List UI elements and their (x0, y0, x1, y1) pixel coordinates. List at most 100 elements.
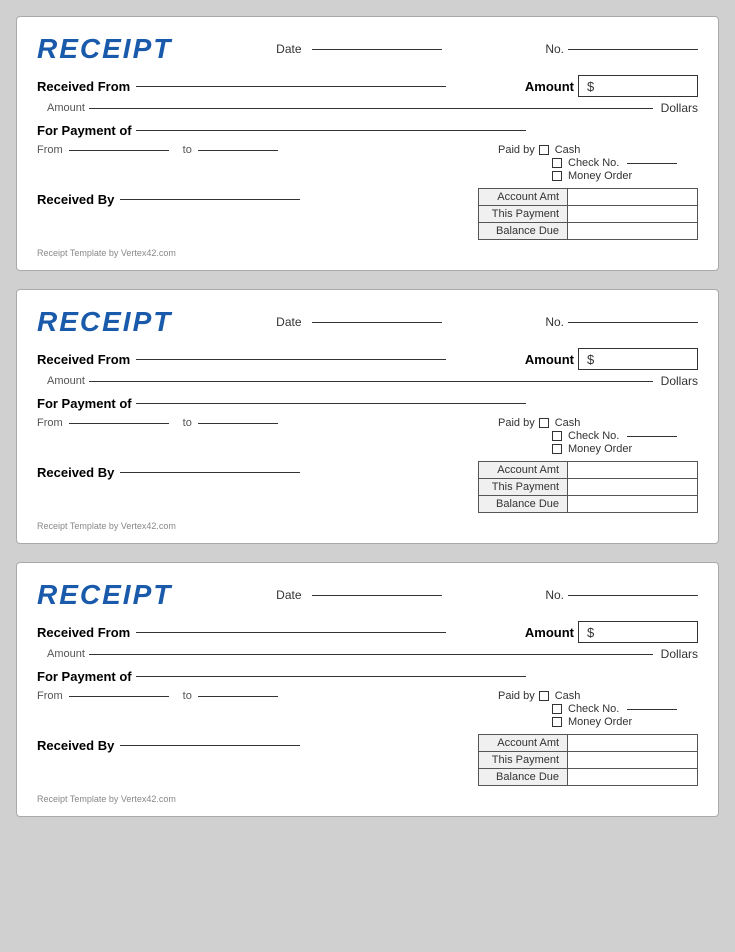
balance-due-label-cell-1: Balance Due (479, 223, 568, 240)
received-from-label-1: Received From (37, 79, 130, 94)
check-no-line-1 (627, 163, 677, 164)
received-from-2: Received From (37, 352, 525, 367)
from-line-2 (69, 423, 169, 424)
date-section-3: Date (276, 588, 441, 602)
dollars-label-2: Dollars (661, 374, 698, 388)
to-label-1: to (183, 144, 192, 156)
dollar-sign-1: $ (587, 79, 594, 94)
check-row-1: Check No. (498, 157, 698, 169)
amount-words-row-1: Amount Dollars (37, 101, 698, 115)
cash-checkbox-2 (539, 418, 549, 428)
balance-due-value-cell-1 (568, 223, 698, 240)
payment-line-1 (136, 130, 526, 131)
from-paidby-row-2: From to Paid by Cash Check No. Money Ord… (37, 417, 698, 455)
account-table-2: Account Amt This Payment Balance Due (478, 461, 698, 513)
this-payment-label-cell-1: This Payment (479, 206, 568, 223)
amount-words-label-3: Amount (47, 648, 85, 660)
account-table-3: Account Amt This Payment Balance Due (478, 734, 698, 786)
money-order-label-3: Money Order (568, 716, 632, 728)
dollars-label-3: Dollars (661, 647, 698, 661)
this-payment-row-2: This Payment (479, 479, 698, 496)
paid-by-label-1: Paid by (498, 144, 535, 156)
from-paidby-row-1: From to Paid by Cash Check No. Money Ord… (37, 144, 698, 182)
balance-due-label-cell-3: Balance Due (479, 769, 568, 786)
paidby-row-2: Paid by Cash (498, 417, 698, 429)
from-to-2: From to (37, 417, 498, 429)
from-label-3: From (37, 690, 63, 702)
this-payment-row-1: This Payment (479, 206, 698, 223)
amount-label-1: Amount (525, 79, 574, 94)
date-line-1 (312, 49, 442, 50)
received-by-line-1 (120, 199, 300, 200)
amount-words-row-2: Amount Dollars (37, 374, 698, 388)
received-by-label-2: Received By (37, 465, 114, 480)
received-by-label-3: Received By (37, 738, 114, 753)
check-label-3: Check No. (568, 703, 619, 715)
from-to-1: From to (37, 144, 498, 156)
date-label-3: Date (276, 588, 301, 602)
from-label-1: From (37, 144, 63, 156)
words-line-1 (89, 108, 653, 109)
payment-of-label-1: For Payment of (37, 123, 132, 138)
paid-by-label-2: Paid by (498, 417, 535, 429)
receipt-header-3: RECEIPT Date No. (37, 579, 698, 611)
no-label-2: No. (545, 315, 564, 329)
no-section-2: No. (545, 315, 698, 329)
to-line-3 (198, 696, 278, 697)
payment-of-label-2: For Payment of (37, 396, 132, 411)
date-section-2: Date (276, 315, 441, 329)
balance-due-row-3: Balance Due (479, 769, 698, 786)
cash-label-3: Cash (555, 690, 581, 702)
receipt-card-1: RECEIPT Date No. Received From Amount $ … (16, 16, 719, 271)
this-payment-value-cell-2 (568, 479, 698, 496)
balance-due-value-cell-3 (568, 769, 698, 786)
check-label-1: Check No. (568, 157, 619, 169)
received-by-line-3 (120, 745, 300, 746)
this-payment-value-cell-1 (568, 206, 698, 223)
dollars-label-1: Dollars (661, 101, 698, 115)
words-line-2 (89, 381, 653, 382)
balance-due-label-cell-2: Balance Due (479, 496, 568, 513)
check-checkbox-2 (552, 431, 562, 441)
dollar-sign-2: $ (587, 352, 594, 367)
account-amt-row-3: Account Amt (479, 735, 698, 752)
receipt-title-3: RECEIPT (37, 579, 172, 611)
receipt-card-3: RECEIPT Date No. Received From Amount $ … (16, 562, 719, 817)
received-from-label-3: Received From (37, 625, 130, 640)
received-by-1: Received By (37, 192, 478, 207)
amount-section-3: Amount $ (525, 621, 698, 643)
paidby-section-1: Paid by Cash Check No. Money Order (498, 144, 698, 182)
money-order-row-1: Money Order (498, 170, 698, 182)
money-order-checkbox-3 (552, 717, 562, 727)
footer-2: Receipt Template by Vertex42.com (37, 521, 698, 531)
received-from-1: Received From (37, 79, 525, 94)
payment-line-3 (136, 676, 526, 677)
paidby-row-3: Paid by Cash (498, 690, 698, 702)
paid-by-label-3: Paid by (498, 690, 535, 702)
received-from-line-1 (136, 86, 446, 87)
received-row-2: Received From Amount $ (37, 348, 698, 370)
no-section-1: No. (545, 42, 698, 56)
money-order-label-2: Money Order (568, 443, 632, 455)
to-line-1 (198, 150, 278, 151)
payment-of-row-2: For Payment of (37, 396, 698, 411)
amount-words-row-3: Amount Dollars (37, 647, 698, 661)
cash-checkbox-3 (539, 691, 549, 701)
received-by-table-row-2: Received By Account Amt This Payment Bal… (37, 461, 698, 513)
to-line-2 (198, 423, 278, 424)
amount-label-2: Amount (525, 352, 574, 367)
check-row-3: Check No. (498, 703, 698, 715)
amount-words-label-2: Amount (47, 375, 85, 387)
date-section-1: Date (276, 42, 441, 56)
money-order-label-1: Money Order (568, 170, 632, 182)
receipt-title-2: RECEIPT (37, 306, 172, 338)
from-to-3: From to (37, 690, 498, 702)
received-from-line-2 (136, 359, 446, 360)
account-amt-value-cell-1 (568, 189, 698, 206)
received-from-line-3 (136, 632, 446, 633)
this-payment-row-3: This Payment (479, 752, 698, 769)
cash-label-1: Cash (555, 144, 581, 156)
words-line-3 (89, 654, 653, 655)
amount-box-1: $ (578, 75, 698, 97)
balance-due-value-cell-2 (568, 496, 698, 513)
